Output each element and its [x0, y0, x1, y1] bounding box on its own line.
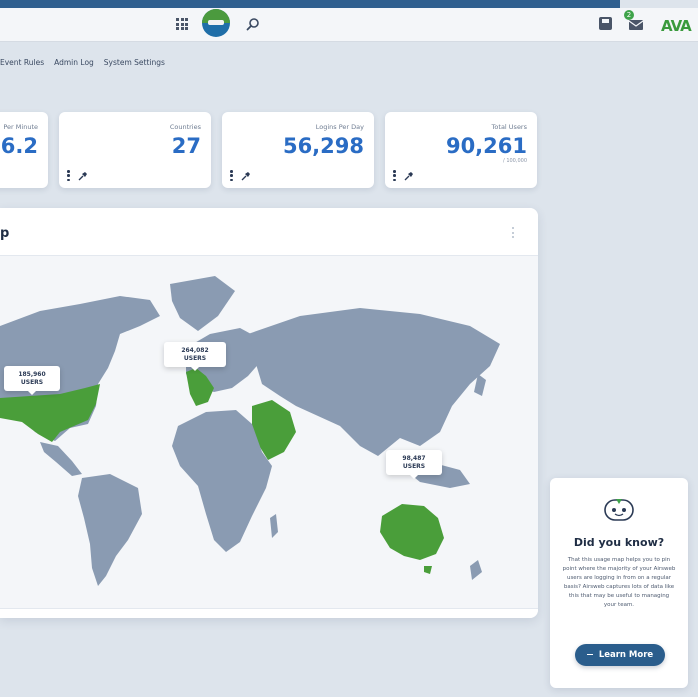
map-menu-icon[interactable] [512, 227, 515, 238]
top-bar: 2 AVA [0, 8, 698, 42]
nav-admin-log[interactable]: Admin Log [54, 58, 94, 74]
stat-value: 27 [171, 134, 201, 158]
did-you-know-body: That this usage map helps you to pin poi… [562, 557, 676, 608]
notification-badge: 2 [624, 10, 634, 20]
map-region-new-zealand [470, 560, 482, 580]
mail-icon[interactable] [628, 18, 644, 31]
map-region-australia [380, 504, 444, 560]
stat-value: 96.2 [0, 134, 38, 158]
top-accent-strip [0, 0, 620, 8]
stat-card-total-users: Total Users 90,261 / 100,000 [385, 112, 537, 188]
app-logo[interactable] [202, 9, 230, 37]
map-region-south-america [78, 474, 142, 586]
admin-nav: Event Rules Admin Log System Settings [0, 58, 165, 74]
map-region-madagascar [270, 514, 278, 538]
pin-icon[interactable] [404, 171, 414, 181]
stat-sub: / 100,000 [503, 158, 527, 164]
stat-label: Total Users [491, 123, 527, 131]
world-map [0, 276, 500, 586]
callout-unit: USERS [402, 462, 426, 470]
callout-unit: USERS [183, 354, 207, 362]
card-menu-icon[interactable] [230, 170, 233, 181]
map-callout-europe[interactable]: 264,082 USERS [164, 342, 226, 371]
card-menu-icon[interactable] [393, 170, 396, 181]
did-you-know-title: Did you know? [573, 536, 665, 549]
brand-logo: AVA [661, 17, 692, 35]
card-menu-icon[interactable] [67, 170, 70, 181]
stat-card-logins-per-day: Logins Per Day 56,298 [222, 112, 374, 188]
callout-count: 185,960 [18, 371, 46, 378]
map-callout-australia[interactable]: 98,487 USERS [386, 450, 442, 479]
search-icon[interactable] [246, 17, 260, 31]
callout-unit: USERS [20, 378, 44, 386]
map-region-central-america [40, 442, 82, 476]
nav-system-settings[interactable]: System Settings [104, 58, 165, 74]
stat-label: Countries [169, 123, 201, 131]
usage-map-panel: p 185,960 USERS 264,082 USERS 98,487 USE… [0, 208, 538, 618]
nav-event-rules[interactable]: Event Rules [0, 58, 44, 74]
dash-icon [586, 653, 593, 656]
learn-more-label: Learn More [598, 650, 654, 660]
did-you-know-card: Did you know? That this usage map helps … [550, 478, 688, 688]
stat-card-countries: Countries 27 [59, 112, 211, 188]
map-region-tasmania [424, 566, 432, 574]
pin-icon[interactable] [241, 171, 251, 181]
stat-card-per-minute: Per Minute 96.2 [0, 112, 48, 188]
callout-count: 98,487 [402, 455, 426, 462]
map-header: p [0, 208, 538, 256]
apps-grid-icon[interactable] [176, 18, 188, 30]
stat-label: Per Minute [3, 123, 38, 131]
robot-icon [604, 499, 634, 521]
stat-label: Logins Per Day [315, 123, 364, 131]
callout-count: 264,082 [181, 347, 209, 354]
stat-value: 56,298 [282, 134, 364, 158]
save-icon[interactable] [599, 17, 612, 30]
map-region-greenland [170, 276, 235, 331]
pin-icon[interactable] [78, 171, 88, 181]
learn-more-button[interactable]: Learn More [575, 644, 665, 666]
map-footer [0, 608, 538, 618]
map-callout-americas[interactable]: 185,960 USERS [4, 366, 60, 395]
map-title: p [0, 226, 10, 241]
stat-value: 90,261 [445, 134, 527, 158]
